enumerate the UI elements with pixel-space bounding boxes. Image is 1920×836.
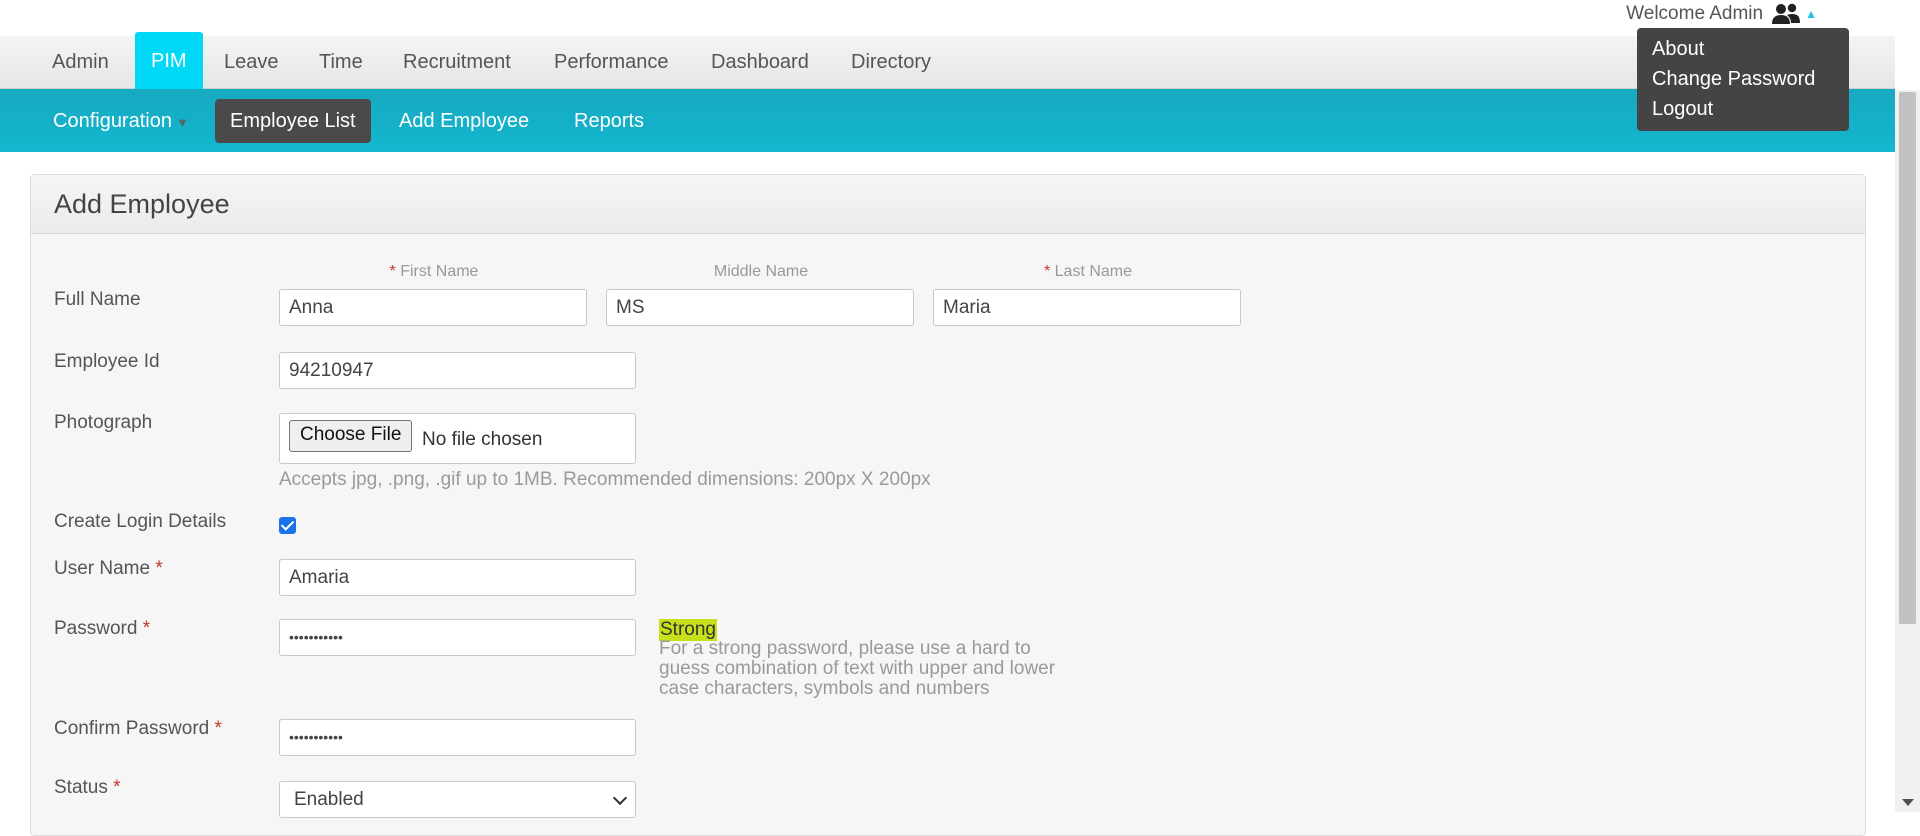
caret-up-icon: ▲ [1805, 7, 1817, 21]
choose-file-button[interactable]: Choose File [289, 420, 413, 452]
nav-leave[interactable]: Leave [208, 36, 295, 88]
photograph-file-input[interactable]: Choose File No file chosen [279, 413, 636, 464]
nav-admin[interactable]: Admin [36, 36, 125, 88]
nav-recruitment[interactable]: Recruitment [387, 36, 527, 88]
page-scrollbar[interactable] [1895, 90, 1920, 812]
required-marker: * [142, 618, 151, 639]
scrollbar-thumb[interactable] [1899, 92, 1916, 624]
required-marker: * [389, 263, 396, 280]
menu-item-change-password[interactable]: Change Password [1652, 68, 1815, 91]
confirm-password-label-text: Confirm Password [54, 718, 210, 739]
required-marker: * [1043, 263, 1051, 280]
first-name-label-text: First Name [400, 263, 479, 280]
subnav-configuration[interactable]: Configuration ▼ [38, 99, 204, 143]
required-marker: * [113, 777, 121, 798]
subnav-employee-list[interactable]: Employee List [215, 99, 371, 143]
nav-dashboard[interactable]: Dashboard [695, 36, 825, 88]
create-login-checkbox[interactable] [279, 517, 296, 534]
required-marker: * [214, 718, 222, 739]
scroll-down-arrow-icon[interactable] [1902, 799, 1914, 806]
chevron-down-icon [612, 790, 628, 806]
required-marker: * [155, 558, 163, 579]
add-employee-panel: Add Employee Full Name * First Name Midd… [30, 174, 1866, 836]
welcome-text: Welcome Admin [1626, 3, 1764, 24]
nav-directory[interactable]: Directory [835, 36, 947, 88]
panel-header [31, 175, 1865, 234]
menu-item-about[interactable]: About [1652, 38, 1704, 61]
status-label: Status * [54, 777, 121, 799]
menu-item-logout[interactable]: Logout [1652, 98, 1713, 121]
nav-time[interactable]: Time [303, 36, 379, 88]
welcome-menu[interactable]: Welcome Admin ▲ [1626, 2, 1817, 26]
status-select[interactable]: Enabled [279, 781, 636, 818]
users-icon [1771, 2, 1801, 26]
last-name-label-text: Last Name [1054, 263, 1133, 280]
user-name-input[interactable]: Amaria [279, 559, 636, 596]
no-file-chosen-text: No file chosen [422, 429, 543, 450]
nav-performance[interactable]: Performance [538, 36, 685, 88]
photo-hint: Accepts jpg, .png, .gif up to 1MB. Recom… [279, 469, 931, 490]
sub-nav: Configuration ▼ Employee List Add Employe… [0, 89, 1895, 152]
middle-name-label: Middle Name [713, 263, 809, 280]
user-name-label: User Name * [54, 558, 163, 580]
status-select-value: Enabled [294, 789, 364, 810]
create-login-label: Create Login Details [54, 511, 227, 532]
user-name-label-text: User Name [54, 558, 151, 579]
subnav-reports[interactable]: Reports [559, 99, 659, 143]
subnav-configuration-label: Configuration [53, 110, 172, 132]
full-name-label: Full Name [54, 289, 141, 310]
user-dropdown-menu: About Change Password Logout [1637, 28, 1849, 131]
password-input[interactable]: ••••••••••• [279, 619, 636, 656]
last-name-label: * Last Name [934, 263, 1242, 281]
first-name-label: * First Name [280, 263, 588, 281]
confirm-password-label: Confirm Password * [54, 718, 222, 740]
employee-id-label: Employee Id [54, 351, 160, 372]
page-title: Add Employee [54, 189, 230, 219]
password-hint: For a strong password, please use a hard… [659, 638, 1056, 699]
confirm-password-input[interactable]: ••••••••••• [279, 719, 636, 756]
photograph-label: Photograph [54, 412, 153, 433]
main-nav: Admin PIM Leave Time Recruitment Perform… [0, 32, 1895, 92]
top-bar: Welcome Admin ▲ [0, 0, 1895, 36]
employee-id-input[interactable]: 94210947 [279, 352, 636, 389]
middle-name-input[interactable]: MS [606, 289, 914, 326]
status-label-text: Status [54, 777, 108, 798]
subnav-add-employee[interactable]: Add Employee [384, 99, 544, 143]
last-name-input[interactable]: Maria [933, 289, 1241, 326]
password-label: Password * [54, 618, 150, 640]
caret-down-icon: ▼ [175, 115, 189, 130]
first-name-input[interactable]: Anna [279, 289, 587, 326]
nav-pim[interactable]: PIM [135, 32, 203, 92]
password-label-text: Password [54, 618, 138, 639]
